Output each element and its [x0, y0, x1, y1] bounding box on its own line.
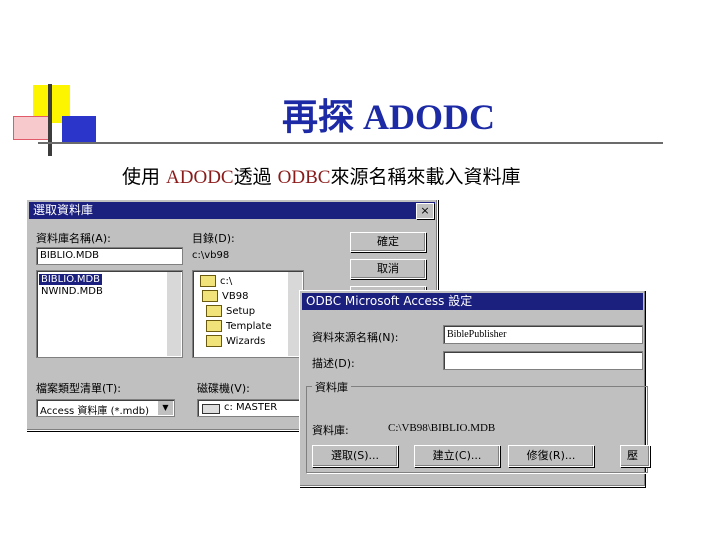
- decor-vertical-line: [48, 84, 52, 156]
- folder-item-root[interactable]: c:\: [198, 275, 234, 287]
- drive-select[interactable]: c: MASTER: [197, 399, 312, 417]
- decor-blue-square: [62, 116, 96, 144]
- dialog-titlebar: 選取資料庫: [29, 202, 435, 219]
- subtitle-adodc: ADODC: [166, 167, 234, 188]
- folder-icon: [206, 320, 222, 332]
- folder-label: c:\: [220, 276, 233, 287]
- odbc-titlebar: ODBC Microsoft Access 設定: [302, 293, 643, 310]
- subtitle-prefix: 使用: [122, 166, 167, 188]
- dsn-input[interactable]: BiblePublisher: [443, 325, 643, 344]
- slide-title: 再探 ADODC: [282, 97, 495, 137]
- folder-tree[interactable]: c:\ VB98 Setup Template Wizards: [192, 270, 304, 358]
- drive-label: 磁碟機(V):: [197, 382, 250, 395]
- folder-label: VB98: [222, 291, 249, 302]
- description-input[interactable]: [443, 351, 643, 370]
- drive-value: c: MASTER: [224, 402, 278, 413]
- create-button[interactable]: 建立(C)...: [414, 445, 500, 467]
- folder-label: Setup: [226, 306, 256, 317]
- file-list-scrollbar[interactable]: [167, 272, 181, 356]
- file-item[interactable]: NWIND.MDB: [39, 286, 105, 297]
- file-item-selected[interactable]: BIBLIO.MDB: [39, 274, 103, 285]
- description-label: 描述(D):: [312, 357, 355, 370]
- database-path-label: 資料庫:: [312, 424, 349, 437]
- folder-item-wizards[interactable]: Wizards: [204, 335, 267, 347]
- select-button[interactable]: 選取(S)...: [312, 445, 398, 467]
- folder-icon: [206, 335, 222, 347]
- database-path: C:\VB98\BIBLIO.MDB: [388, 422, 496, 434]
- folder-item-setup[interactable]: Setup: [204, 305, 257, 317]
- cancel-button[interactable]: 取消: [350, 259, 426, 279]
- directory-label: 目錄(D):: [192, 232, 235, 245]
- file-type-value: Access 資料庫 (*.mdb): [40, 406, 150, 417]
- file-list[interactable]: BIBLIO.MDB NWIND.MDB: [36, 270, 183, 358]
- slide-subtitle: 使用 ADODC透過 ODBC來源名稱來載入資料庫: [122, 162, 520, 189]
- folder-item-vb98[interactable]: VB98: [200, 290, 250, 302]
- subtitle-mid: 透過: [233, 166, 278, 188]
- chevron-down-icon[interactable]: ▼: [157, 401, 173, 415]
- folder-label: Template: [226, 321, 272, 332]
- decor-pink-square: [13, 116, 52, 140]
- database-group-label: 資料庫: [312, 379, 351, 395]
- folder-icon: [206, 305, 222, 317]
- file-type-label: 檔案類型清單(T):: [36, 382, 122, 395]
- file-type-select[interactable]: Access 資料庫 (*.mdb) ▼: [36, 399, 175, 417]
- title-divider: [38, 142, 663, 144]
- db-name-input[interactable]: BIBLIO.MDB: [36, 247, 183, 265]
- folder-item-template[interactable]: Template: [204, 320, 274, 332]
- ok-button[interactable]: 確定: [350, 232, 426, 252]
- subtitle-suffix: 來源名稱來載入資料庫: [330, 166, 521, 188]
- dsn-label: 資料來源名稱(N):: [312, 331, 399, 344]
- close-button[interactable]: ×: [416, 203, 434, 219]
- folder-label: Wizards: [226, 336, 266, 347]
- drive-icon: [202, 404, 220, 414]
- folder-open-icon: [202, 290, 218, 302]
- repair-button[interactable]: 修復(R)...: [508, 445, 594, 467]
- compact-button[interactable]: 壓: [620, 445, 650, 467]
- odbc-setup-dialog: ODBC Microsoft Access 設定 資料來源名稱(N): Bibl…: [299, 290, 650, 487]
- current-directory: c:\vb98: [192, 250, 230, 261]
- folder-open-icon: [200, 275, 216, 287]
- db-name-label: 資料庫名稱(A):: [36, 232, 111, 245]
- subtitle-odbc: ODBC: [277, 167, 331, 188]
